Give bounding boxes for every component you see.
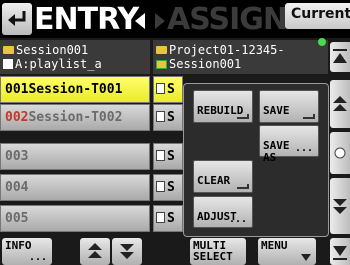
list-item[interactable]: 004 [0,174,150,201]
enter-icon [303,114,315,119]
entry-name: Session-T001 [28,82,123,97]
scroll-down-icon [333,199,347,214]
take-item[interactable]: S [153,205,183,232]
page-up-icon [88,243,102,258]
page-up-button[interactable] [80,238,110,265]
take-item[interactable]: S [153,143,183,170]
enter-icon [237,114,249,119]
adjust-button[interactable]: ADJUST... [193,196,253,228]
status-indicator [318,38,326,46]
scroll-down-button[interactable] [330,178,350,234]
tab-entry[interactable]: ENTRY [34,4,139,36]
jump-top-icon [333,49,347,63]
list-item[interactable]: 005 [0,205,150,232]
take-file-icon [156,83,165,94]
list-item[interactable]: 001Session-T001 [0,76,150,103]
entry-number: 002 [5,110,29,125]
list-item[interactable]: 003 [0,143,150,170]
session-header: Project01-12345- Session001 [153,40,328,74]
take-file-icon [156,212,165,223]
session-name: Session001 [16,43,89,57]
entry-number: 003 [5,149,29,164]
entry-number: 004 [5,180,29,195]
scroll-up-button[interactable] [330,80,350,128]
tab-switch-icon[interactable] [133,11,167,31]
more-options-icon: ... [228,214,247,225]
return-arrow-icon [8,11,26,26]
entry-name: Session-T002 [28,110,123,125]
current-button[interactable]: Current [285,3,350,29]
entry-number: 001 [5,82,29,97]
save-as-button[interactable]: SAVE AS... [259,125,319,164]
scroll-top-button[interactable] [330,42,350,72]
entry-number: 005 [5,211,29,226]
scroll-bottom-button[interactable] [330,238,350,265]
menu-arrow-icon [301,254,311,261]
rebuild-button[interactable]: REBUILD [193,90,253,123]
take-file-icon [156,111,165,122]
scroll-thumb[interactable] [330,132,350,174]
page-down-icon [120,244,134,259]
session-name-right: Session001 [169,57,242,71]
take-item[interactable]: S [153,76,183,103]
enter-icon [237,184,249,189]
save-button[interactable]: SAVE [259,90,319,123]
session-loaded-icon [156,59,167,69]
back-button[interactable] [2,3,32,35]
folder-icon [156,46,167,54]
playlist-header: Session001 A:playlist_a [0,40,150,74]
info-button[interactable]: INFO... [2,238,52,265]
menu-button[interactable]: MENU [258,238,316,265]
more-options-icon: ... [294,143,313,154]
take-file-icon [156,181,165,192]
clear-button[interactable]: CLEAR [193,160,253,193]
multi-select-button[interactable]: MULTI SELECT [190,238,246,265]
tab-assign[interactable]: ASSIGN [167,4,288,36]
playlist-icon [3,59,13,69]
scroll-position-icon [334,147,346,159]
list-item[interactable]: 002Session-T002 [0,104,150,131]
more-options-icon: ... [28,252,47,263]
folder-icon [3,46,14,54]
jump-bottom-icon [333,246,347,260]
scroll-up-icon [333,96,347,111]
page-down-button[interactable] [112,238,142,265]
take-item[interactable]: S [153,104,183,131]
edit-popup-menu: REBUILD SAVE SAVE AS... CLEAR ADJUST... [183,83,329,237]
playlist-name: A:playlist_a [15,57,102,71]
take-item[interactable]: S [153,174,183,201]
project-name: Project01-12345- [169,43,285,57]
take-file-icon [156,150,165,161]
